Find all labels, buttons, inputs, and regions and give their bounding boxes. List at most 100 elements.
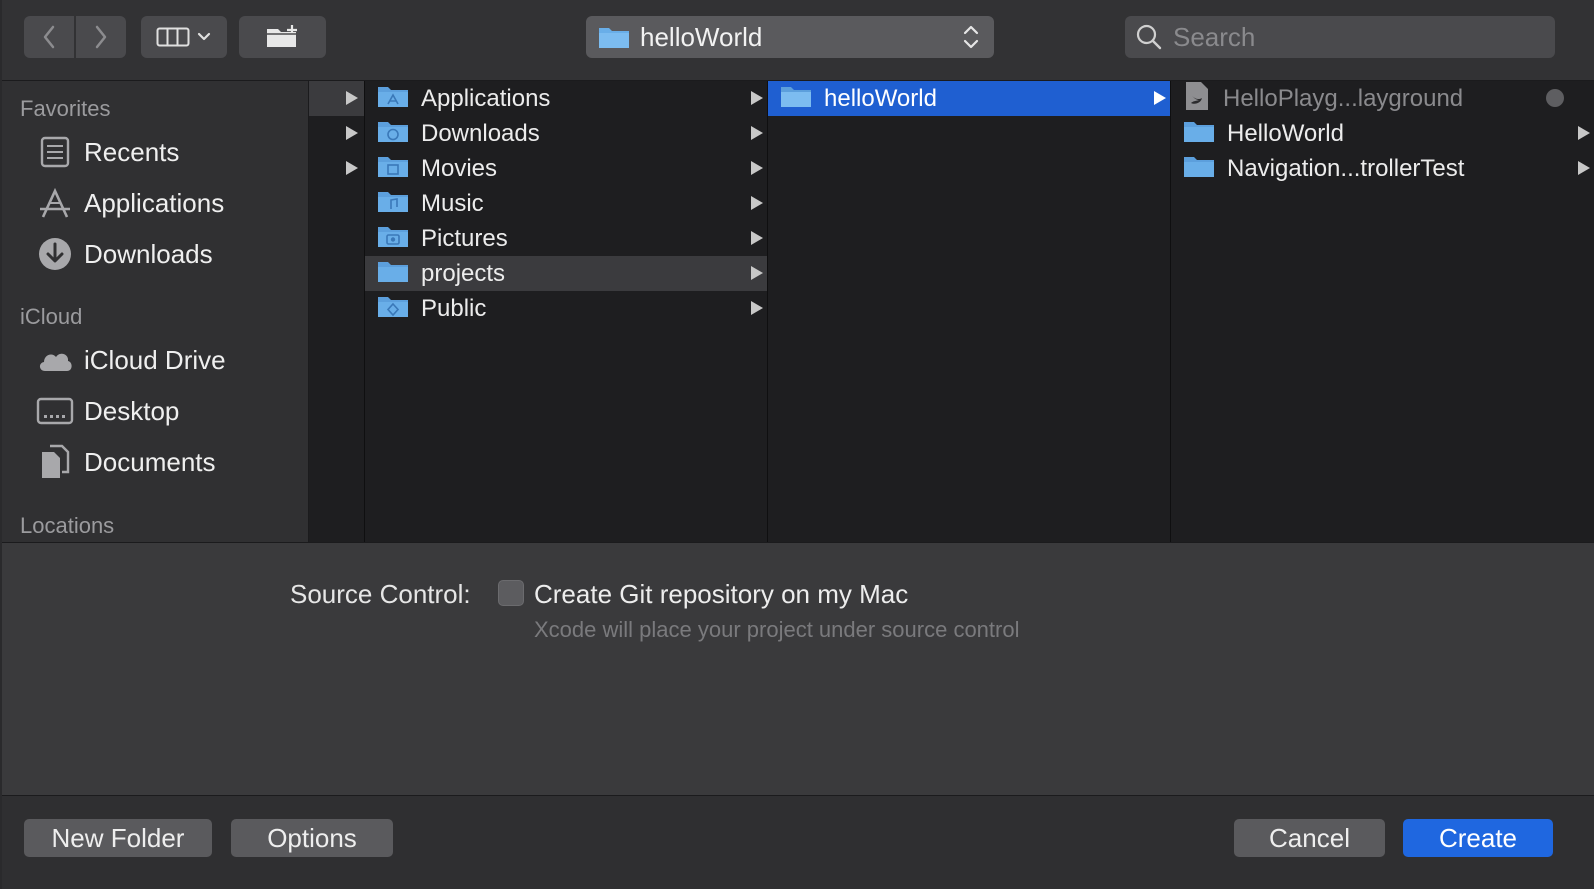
- git-repo-checkbox[interactable]: [498, 580, 524, 606]
- disclosure-arrow-icon: [751, 301, 763, 315]
- applications-icon: [36, 184, 74, 222]
- sidebar-item-documents[interactable]: Documents: [36, 441, 216, 483]
- sidebar-item-label: Downloads: [84, 238, 213, 269]
- search-field[interactable]: Search: [1125, 16, 1555, 58]
- list-item-public[interactable]: Public: [365, 291, 767, 326]
- column-3: helloWorld: [768, 81, 1171, 542]
- list-item-label: Movies: [421, 154, 498, 182]
- public-folder-icon: [377, 294, 409, 323]
- column-4: HelloPlayg...layground HelloWorld Naviga…: [1171, 81, 1594, 542]
- column-1: [309, 81, 365, 542]
- disclosure-arrow-icon: [1578, 126, 1590, 140]
- folder-icon: [1183, 119, 1215, 148]
- list-item-music[interactable]: Music: [365, 186, 767, 221]
- source-control-label: Source Control:: [290, 579, 471, 609]
- disclosure-arrow-icon: [751, 126, 763, 140]
- git-repo-checkbox-label[interactable]: Create Git repository on my Mac: [534, 579, 908, 610]
- sidebar-item-icloud-drive[interactable]: iCloud Drive: [36, 339, 226, 381]
- desktop-icon: [36, 392, 74, 430]
- list-item-applications[interactable]: Applications: [365, 81, 767, 116]
- sidebar-item-label: Documents: [84, 446, 216, 477]
- search-placeholder: Search: [1173, 21, 1256, 52]
- options-button[interactable]: Options: [231, 819, 393, 857]
- list-item-movies[interactable]: Movies: [365, 151, 767, 186]
- list-item-label: helloWorld: [824, 84, 937, 112]
- sidebar-item-applications[interactable]: Applications: [36, 182, 224, 224]
- git-repo-note: Xcode will place your project under sour…: [534, 617, 1020, 642]
- list-item-label: Navigation...trollerTest: [1227, 154, 1465, 182]
- chevron-left-icon: [43, 25, 55, 49]
- list-item-label: projects: [421, 259, 506, 287]
- list-item-label: Applications: [421, 84, 551, 112]
- disclosure-arrow-icon: [346, 126, 358, 140]
- list-item-pictures[interactable]: Pictures: [365, 221, 767, 256]
- disclosure-arrow-icon: [346, 91, 358, 105]
- sidebar-item-label: Applications: [84, 187, 225, 218]
- disclosure-arrow-icon: [346, 161, 358, 175]
- sidebar-item-desktop[interactable]: Desktop: [36, 390, 179, 432]
- new-folder-icon: [266, 25, 297, 47]
- list-item[interactable]: [309, 81, 364, 116]
- music-folder-icon: [377, 189, 409, 218]
- documents-icon: [36, 443, 74, 481]
- save-dialog: helloWorld Search Favorites Recents Appl…: [2, 0, 1594, 889]
- toolbar: helloWorld Search: [2, 0, 1594, 81]
- sidebar-item-label: iCloud Drive: [84, 344, 226, 375]
- bottom-bar: New Folder Options Cancel Create: [2, 795, 1594, 889]
- icloud-heading: iCloud: [20, 304, 83, 329]
- columns-view-icon: [156, 27, 190, 47]
- list-item[interactable]: [309, 151, 364, 186]
- forward-button[interactable]: [76, 16, 126, 58]
- disclosure-arrow-icon: [751, 196, 763, 210]
- disclosure-arrow-icon: [1578, 161, 1590, 175]
- list-item-label: HelloWorld: [1227, 119, 1344, 147]
- list-item-helloworld[interactable]: helloWorld: [768, 81, 1170, 116]
- cloud-icon: [36, 341, 74, 379]
- sidebar-item-downloads[interactable]: Downloads: [36, 233, 213, 275]
- disclosure-arrow-icon: [751, 161, 763, 175]
- list-item-label: Pictures: [421, 224, 508, 252]
- status-dot-icon: [1546, 89, 1564, 107]
- locations-heading: Locations: [20, 513, 115, 538]
- nav-buttons: [24, 16, 126, 58]
- favorites-heading: Favorites: [20, 96, 111, 121]
- folder-icon: [599, 28, 629, 48]
- disclosure-arrow-icon: [751, 266, 763, 280]
- sidebar-item-label: Desktop: [84, 395, 180, 426]
- create-button[interactable]: Create: [1403, 819, 1553, 857]
- disclosure-arrow-icon: [1154, 91, 1166, 105]
- movies-folder-icon: [377, 154, 409, 183]
- list-item-label: Music: [421, 189, 484, 217]
- path-popup-label: helloWorld: [640, 21, 763, 52]
- list-item-label: Public: [421, 294, 487, 322]
- recents-icon: [36, 133, 74, 171]
- list-item-helloworld-folder[interactable]: HelloWorld: [1171, 116, 1594, 151]
- chevron-right-icon: [95, 25, 107, 49]
- column-2: Applications Downloads Movies Music Pict: [365, 81, 768, 542]
- list-item-playground[interactable]: HelloPlayg...layground: [1171, 81, 1594, 116]
- view-mode-button[interactable]: [141, 16, 227, 58]
- search-icon: [1136, 24, 1162, 50]
- new-folder-button[interactable]: New Folder: [24, 819, 212, 857]
- list-item-navigation-test[interactable]: Navigation...trollerTest: [1171, 151, 1594, 186]
- folder-icon: [780, 84, 812, 113]
- up-down-arrows-icon: [963, 25, 979, 49]
- back-button[interactable]: [24, 16, 74, 58]
- chevron-down-icon: [197, 32, 211, 41]
- sidebar: Favorites Recents Applications Downloads…: [2, 81, 309, 542]
- options-panel: Source Control: Create Git repository on…: [2, 542, 1594, 796]
- downloads-icon: [36, 235, 74, 273]
- disclosure-arrow-icon: [751, 231, 763, 245]
- list-item-projects[interactable]: projects: [365, 256, 767, 291]
- sidebar-item-recents[interactable]: Recents: [36, 131, 179, 173]
- cancel-button[interactable]: Cancel: [1234, 819, 1385, 857]
- list-item[interactable]: [309, 116, 364, 151]
- folder-icon: [377, 259, 409, 288]
- new-folder-toolbar-button[interactable]: [239, 16, 326, 58]
- swift-playground-file-icon: [1183, 81, 1211, 116]
- path-popup[interactable]: helloWorld: [586, 16, 994, 58]
- sidebar-item-label: Recents: [84, 136, 180, 167]
- downloads-folder-icon: [377, 119, 409, 148]
- folder-icon: [1183, 154, 1215, 183]
- list-item-downloads[interactable]: Downloads: [365, 116, 767, 151]
